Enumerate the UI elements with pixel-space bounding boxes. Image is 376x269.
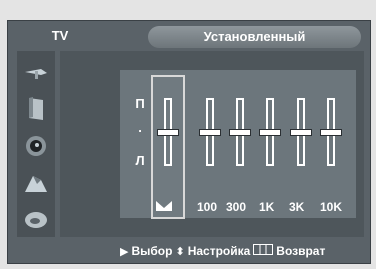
band-label-1k: 1K	[259, 200, 275, 214]
updown-arrow-icon: ⬍	[175, 245, 185, 258]
sound-icon[interactable]	[20, 130, 52, 162]
band-slider-10k-knob[interactable]	[320, 128, 342, 136]
source-label: TV	[51, 28, 69, 43]
balance-mid-label: .	[138, 120, 142, 135]
band-slider-300-knob[interactable]	[229, 128, 251, 136]
side-menu	[17, 51, 55, 237]
band-slider-1k[interactable]	[259, 98, 281, 166]
balance-icon	[156, 201, 172, 211]
balance-slider[interactable]	[157, 98, 179, 166]
select-arrow-icon: ▶	[120, 245, 129, 258]
balance-slider-knob[interactable]	[157, 128, 179, 136]
band-slider-3k-knob[interactable]	[290, 128, 312, 136]
band-label-10k: 10K	[320, 200, 343, 214]
band-slider-3k[interactable]	[290, 98, 312, 166]
balance-left-label: Л	[135, 153, 145, 168]
band-slider-300[interactable]	[229, 98, 251, 166]
channel-icon[interactable]	[20, 167, 52, 199]
select-hint: Выбор	[131, 244, 173, 258]
band-label-300: 300	[226, 200, 247, 214]
menu-title: Установленный	[148, 26, 361, 48]
return-hint: Возврат	[276, 244, 326, 258]
balance-right-label: П	[135, 96, 145, 111]
band-slider-100-knob[interactable]	[199, 128, 221, 136]
band-slider-10k[interactable]	[320, 98, 342, 166]
setup-icon[interactable]	[20, 204, 52, 236]
band-slider-1k-knob[interactable]	[259, 128, 281, 136]
picture-icon[interactable]	[20, 93, 52, 125]
antenna-icon[interactable]	[20, 56, 52, 88]
band-label-3k: 3K	[289, 200, 305, 214]
band-slider-100[interactable]	[199, 98, 221, 166]
adjust-hint: Настройка	[187, 244, 251, 258]
help-bar: ▶ Выбор ⬍ Настройка Возврат	[120, 244, 325, 258]
band-label-100: 100	[197, 200, 218, 214]
menu-icon	[253, 244, 274, 258]
